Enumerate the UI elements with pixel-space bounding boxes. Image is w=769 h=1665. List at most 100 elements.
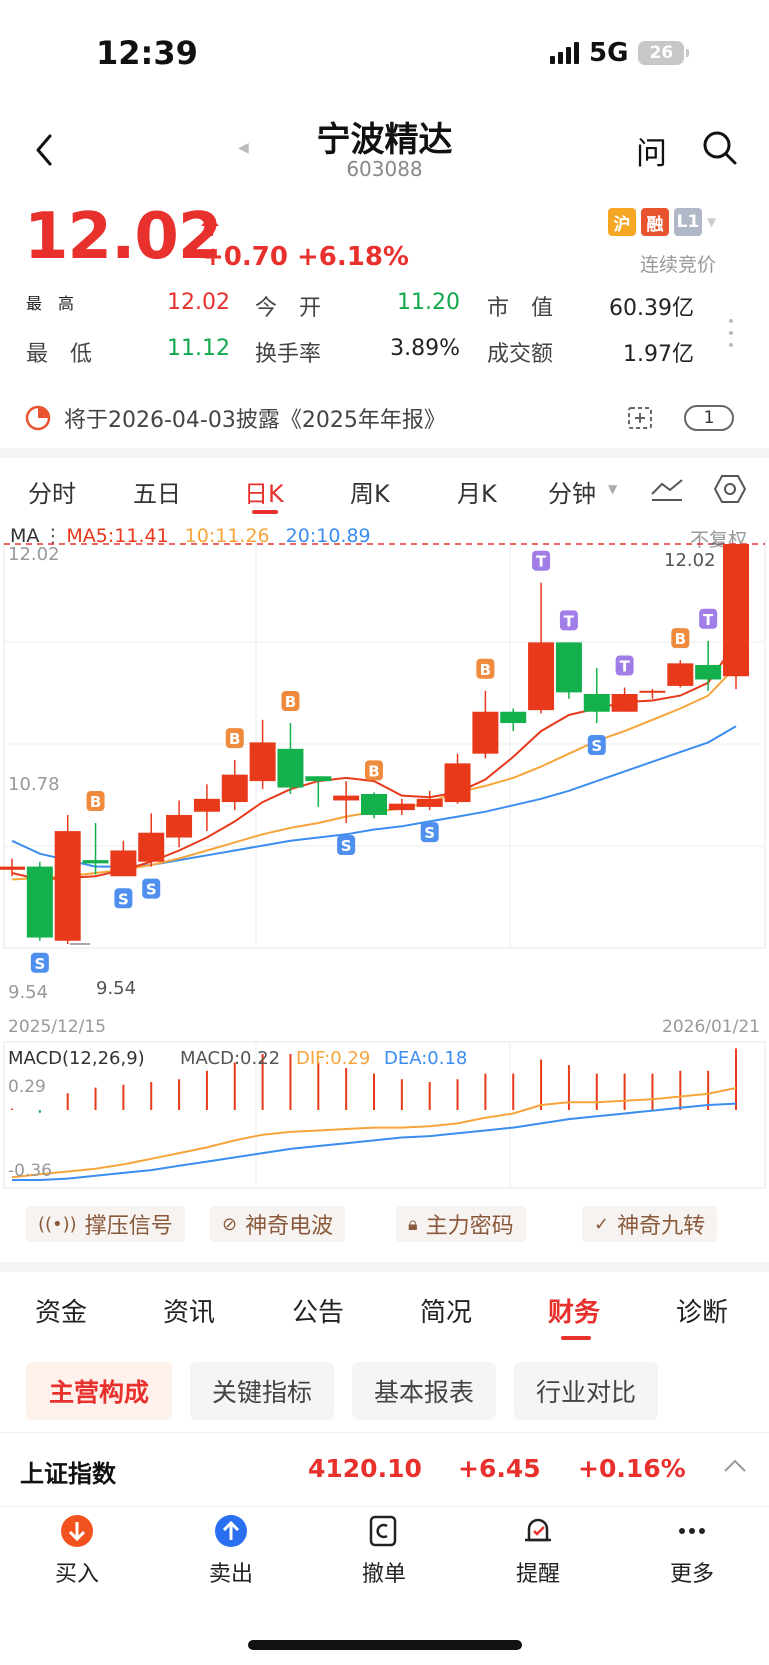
section-divider (0, 1262, 769, 1272)
section-divider (0, 448, 769, 458)
cancel-order-button[interactable]: 撤单 (334, 1514, 434, 1588)
network-label: 5G (589, 38, 629, 68)
candle-body (388, 803, 415, 811)
signal-letter: S (146, 881, 157, 899)
index-value: 4120.10 (308, 1454, 422, 1483)
report-notice[interactable]: 将于2026-04-03披露《2025年年报》 (64, 402, 446, 434)
subtab-key-indicators[interactable]: 关键指标 (190, 1362, 334, 1420)
add-alert-icon[interactable] (626, 402, 656, 432)
signal-letter: S (591, 737, 602, 755)
buy-button[interactable]: 买入 (27, 1514, 127, 1588)
candle-body (500, 711, 527, 724)
candle-body (723, 544, 749, 677)
signal-letter: T (619, 658, 630, 676)
candle-body (0, 866, 25, 870)
lock-icon: 🔒︎ (408, 1213, 418, 1235)
level-dropdown-icon[interactable]: ▼ (707, 215, 716, 229)
report-icon (25, 405, 51, 431)
signal-letter: T (564, 612, 575, 630)
candle-body (583, 694, 610, 712)
subtab-basic-statements[interactable]: 基本报表 (352, 1362, 496, 1420)
tab-daily-k[interactable]: 日K (244, 474, 284, 509)
button-label: 主力密码 (425, 1214, 514, 1239)
support-resistance-button[interactable]: ((•)) 撑压信号 (26, 1206, 185, 1242)
tab-weekly-k[interactable]: 周K (350, 474, 390, 509)
candle-body (193, 798, 220, 812)
macd-title[interactable]: MACD(12,26,9) (8, 1048, 145, 1069)
nine-turn-button[interactable]: ✓ 神奇九转 (582, 1206, 718, 1242)
bell-icon (525, 1518, 551, 1542)
subtab-industry-compare[interactable]: 行业对比 (514, 1362, 658, 1420)
candle-body (54, 831, 81, 941)
candle-body (528, 642, 555, 711)
sell-label: 卖出 (208, 1562, 253, 1587)
candle-body (277, 748, 304, 788)
button-label: 神奇电波 (245, 1214, 334, 1239)
reminder-button[interactable]: 提醒 (488, 1514, 588, 1588)
stat-label: 换手率 (255, 342, 322, 367)
high-price-marker: 12.02 (664, 550, 716, 571)
signal-icon (550, 42, 579, 64)
signal-t-icon: T (532, 550, 551, 571)
status-time: 12:39 (96, 34, 198, 72)
status-indicators: 5G 26 (550, 38, 690, 68)
price-change: +0.70 +6.18% (202, 242, 409, 272)
ask-button[interactable]: 问 (636, 128, 667, 173)
signal-letter: B (368, 762, 379, 780)
tab-profile[interactable]: 简况 (420, 1292, 472, 1329)
level-badge[interactable]: L1 (674, 208, 702, 236)
search-icon[interactable] (700, 128, 740, 168)
signal-letter: S (341, 837, 352, 855)
tab-five-day[interactable]: 五日 (133, 474, 181, 509)
candle-body (166, 814, 193, 838)
stat-value: 1.97亿 (623, 342, 694, 367)
tab-minute[interactable]: 分钟 (548, 474, 596, 509)
candle-body (416, 798, 443, 807)
stat-value: 11.20 (397, 290, 460, 315)
main-force-button[interactable]: 🔒︎ 主力密码 (396, 1206, 526, 1242)
signal-b-icon: B (365, 760, 383, 781)
chevron-down-icon[interactable]: ▼ (608, 482, 617, 496)
magic-wave-button[interactable]: ⊘ 神奇电波 (210, 1206, 346, 1242)
home-indicator (248, 1640, 522, 1650)
signal-t-icon: T (559, 610, 578, 631)
tab-diagnosis[interactable]: 诊断 (676, 1292, 728, 1329)
tab-funds[interactable]: 资金 (35, 1292, 87, 1329)
candle-body (305, 776, 332, 782)
signal-letter: S (34, 955, 45, 973)
more-stats-icon[interactable] (728, 318, 734, 348)
candle-body (472, 711, 499, 754)
more-button[interactable]: 更多 (642, 1514, 742, 1588)
signal-letter: B (480, 661, 491, 679)
tab-news[interactable]: 资讯 (163, 1292, 215, 1329)
notice-count[interactable]: 1 (684, 405, 734, 431)
sell-button[interactable]: 卖出 (181, 1514, 281, 1588)
up-arrow-icon (201, 216, 219, 236)
chevron-up-icon[interactable] (722, 1456, 748, 1476)
kline-chart[interactable]: SBSSBBSBSBTTSTBT 12.02 10.78 9.54 12.02 … (0, 540, 769, 1190)
signal-b-icon: B (281, 691, 300, 712)
tab-announcements[interactable]: 公告 (292, 1292, 344, 1329)
button-label: 撑压信号 (84, 1214, 173, 1239)
tab-monthly-k[interactable]: 月K (457, 474, 497, 509)
current-price: 12.02 (24, 200, 222, 274)
stat-label: 市 值 (487, 296, 554, 321)
candle-body (82, 860, 109, 864)
signal-s-icon: S (420, 822, 439, 843)
candle-body (249, 742, 276, 782)
candle-body (110, 850, 137, 877)
sh-market-badge: 沪 (608, 208, 636, 236)
y-axis-bottom-label: 9.54 (8, 982, 48, 1003)
tab-intraday[interactable]: 分时 (28, 474, 76, 509)
signal-letter: T (536, 553, 547, 571)
tab-finance[interactable]: 财务 (548, 1292, 600, 1329)
signal-b-icon: B (476, 658, 495, 679)
settings-icon[interactable] (714, 474, 746, 504)
drawing-tool-icon[interactable] (650, 476, 684, 502)
signal-waves-icon: ((•)) (38, 1213, 77, 1235)
stat-value: 12.02 (167, 290, 230, 315)
dea-line (12, 1102, 737, 1181)
stat-value: 11.12 (167, 336, 230, 361)
subtab-business-composition[interactable]: 主营构成 (26, 1362, 172, 1420)
market-badges: 沪 融 L1 ▼ (608, 208, 716, 236)
